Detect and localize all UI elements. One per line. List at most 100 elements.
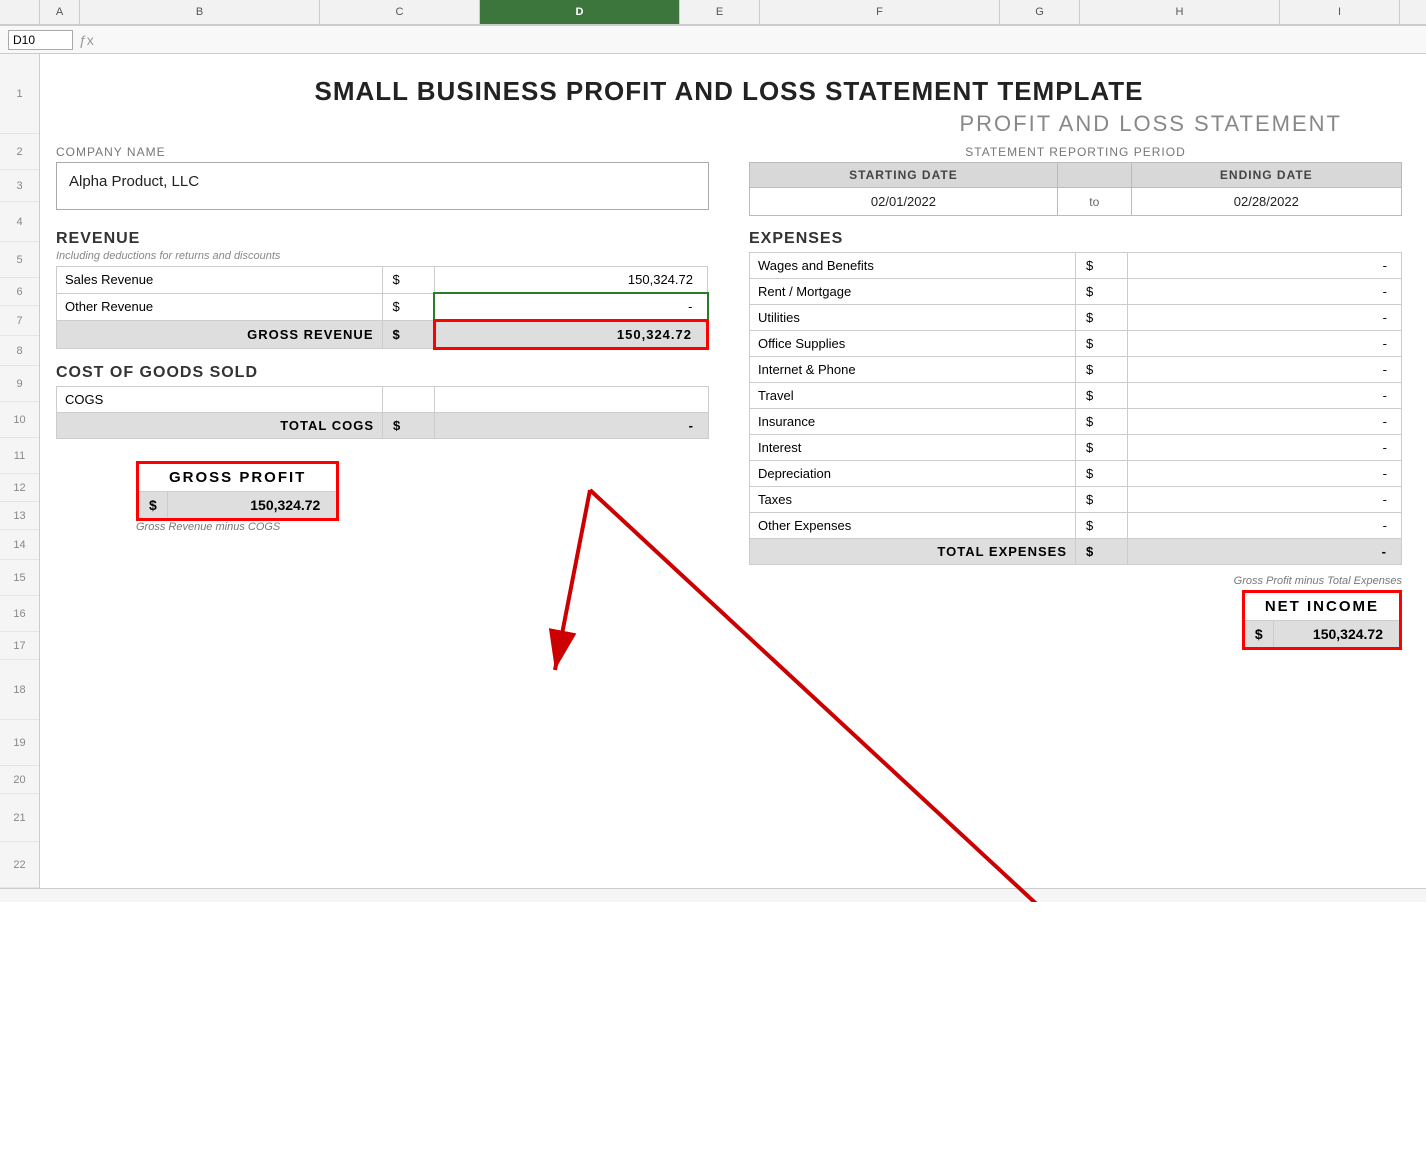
row-9: 9 xyxy=(0,366,39,402)
total-expenses-dollar: $ xyxy=(1076,539,1128,565)
depreciation-row: Depreciation $ - xyxy=(750,461,1402,487)
cell-reference[interactable] xyxy=(8,30,73,50)
insurance-dollar: $ xyxy=(1076,409,1128,435)
row-16: 16 xyxy=(0,596,39,632)
col-header-b: B xyxy=(80,0,320,24)
row-10: 10 xyxy=(0,402,39,438)
col-header-f: F xyxy=(760,0,1000,24)
travel-row: Travel $ - xyxy=(750,383,1402,409)
period-table: STARTING DATE ENDING DATE 02/01/2022 to … xyxy=(749,162,1402,216)
other-expenses-value[interactable]: - xyxy=(1128,513,1402,539)
date-separator: to xyxy=(1057,188,1131,216)
interest-row: Interest $ - xyxy=(750,435,1402,461)
revenue-section: REVENUE Including deductions for returns… xyxy=(56,230,709,350)
wages-value[interactable]: - xyxy=(1128,253,1402,279)
total-expenses-row: TOTAL EXPENSES $ - xyxy=(750,539,1402,565)
internet-row: Internet & Phone $ - xyxy=(750,357,1402,383)
taxes-value[interactable]: - xyxy=(1128,487,1402,513)
row-20: 20 xyxy=(0,766,39,794)
other-expenses-dollar: $ xyxy=(1076,513,1128,539)
depreciation-dollar: $ xyxy=(1076,461,1128,487)
company-name[interactable]: Alpha Product, LLC xyxy=(56,162,709,210)
subtitle: PROFIT AND LOSS STATEMENT xyxy=(56,111,1402,145)
col-header-d[interactable]: D xyxy=(480,0,680,24)
office-supplies-row: Office Supplies $ - xyxy=(750,331,1402,357)
gross-dollar: $ xyxy=(382,321,434,349)
utilities-label: Utilities xyxy=(750,305,1076,331)
gp-dollar: $ xyxy=(139,492,168,518)
wages-row: Wages and Benefits $ - xyxy=(750,253,1402,279)
col-header-e: E xyxy=(680,0,760,24)
sales-dollar: $ xyxy=(382,267,434,294)
content: SMALL BUSINESS PROFIT AND LOSS STATEMENT… xyxy=(40,54,1426,888)
row-15: 15 xyxy=(0,560,39,596)
other-expenses-row: Other Expenses $ - xyxy=(750,513,1402,539)
depreciation-value[interactable]: - xyxy=(1128,461,1402,487)
other-value[interactable]: - xyxy=(434,293,707,321)
main-sections: REVENUE Including deductions for returns… xyxy=(56,222,1402,650)
gp-value[interactable]: 150,324.72 xyxy=(168,492,337,518)
other-dollar: $ xyxy=(382,293,434,321)
gross-profit-note: Gross Revenue minus COGS xyxy=(136,521,339,533)
utilities-row: Utilities $ - xyxy=(750,305,1402,331)
total-cogs-row: TOTAL COGS $ - xyxy=(57,413,709,439)
rent-value[interactable]: - xyxy=(1128,279,1402,305)
scrollbar[interactable] xyxy=(0,888,1426,902)
row-14: 14 xyxy=(0,530,39,560)
gross-profit-area: GROSS PROFIT $ 150,324.72 Gross Revenue … xyxy=(56,455,709,533)
insurance-value[interactable]: - xyxy=(1128,409,1402,435)
net-income-title: NET INCOME xyxy=(1245,593,1399,621)
main-title: SMALL BUSINESS PROFIT AND LOSS STATEMENT… xyxy=(56,62,1402,111)
to-header xyxy=(1057,163,1131,188)
office-supplies-label: Office Supplies xyxy=(750,331,1076,357)
sales-revenue-label: Sales Revenue xyxy=(57,267,383,294)
header-section: COMPANY NAME Alpha Product, LLC STATEMEN… xyxy=(56,145,1402,216)
travel-dollar: $ xyxy=(1076,383,1128,409)
internet-value[interactable]: - xyxy=(1128,357,1402,383)
gross-revenue-row: GROSS REVENUE $ 150,324.72 xyxy=(57,321,708,349)
row-6: 6 xyxy=(0,278,39,306)
row-1: 1 xyxy=(0,54,39,134)
office-supplies-dollar: $ xyxy=(1076,331,1128,357)
utilities-value[interactable]: - xyxy=(1128,305,1402,331)
right-sections: EXPENSES Wages and Benefits $ - Rent / M… xyxy=(749,222,1402,650)
row-19: 19 xyxy=(0,720,39,766)
total-cogs-value[interactable]: - xyxy=(435,413,709,439)
start-date-value[interactable]: 02/01/2022 xyxy=(750,188,1058,216)
travel-label: Travel xyxy=(750,383,1076,409)
row-2: 2 xyxy=(0,134,39,170)
depreciation-label: Depreciation xyxy=(750,461,1076,487)
rent-label: Rent / Mortgage xyxy=(750,279,1076,305)
gross-revenue-label: GROSS REVENUE xyxy=(57,321,383,349)
cogs-row: COGS xyxy=(57,387,709,413)
start-date-header: STARTING DATE xyxy=(750,163,1058,188)
net-income-area: Gross Profit minus Total Expenses NET IN… xyxy=(749,575,1402,650)
gross-profit-title: GROSS PROFIT xyxy=(139,464,336,492)
taxes-row: Taxes $ - xyxy=(750,487,1402,513)
col-header-a: A xyxy=(40,0,80,24)
ni-value[interactable]: 150,324.72 xyxy=(1274,621,1399,647)
insurance-label: Insurance xyxy=(750,409,1076,435)
revenue-header: REVENUE xyxy=(56,230,709,248)
end-date-value[interactable]: 02/28/2022 xyxy=(1131,188,1401,216)
row-numbers: 1 2 3 4 5 6 7 8 9 10 11 12 13 14 15 16 1… xyxy=(0,54,40,888)
cogs-value[interactable] xyxy=(435,387,709,413)
office-supplies-value[interactable]: - xyxy=(1128,331,1402,357)
taxes-dollar: $ xyxy=(1076,487,1128,513)
other-expenses-label: Other Expenses xyxy=(750,513,1076,539)
total-expenses-value[interactable]: - xyxy=(1128,539,1402,565)
expenses-table: Wages and Benefits $ - Rent / Mortgage $… xyxy=(749,252,1402,565)
row-4: 4 xyxy=(0,202,39,242)
total-expenses-label: TOTAL EXPENSES xyxy=(750,539,1076,565)
sales-value[interactable]: 150,324.72 xyxy=(434,267,707,294)
left-sections: REVENUE Including deductions for returns… xyxy=(56,222,709,650)
row-3: 3 xyxy=(0,170,39,202)
gross-revenue-value[interactable]: 150,324.72 xyxy=(434,321,707,349)
other-revenue-label: Other Revenue xyxy=(57,293,383,321)
interest-value[interactable]: - xyxy=(1128,435,1402,461)
net-income-row: $ 150,324.72 xyxy=(1245,621,1399,647)
row-22: 22 xyxy=(0,842,39,888)
col-header-i: I xyxy=(1280,0,1400,24)
other-revenue-row: Other Revenue $ - xyxy=(57,293,708,321)
travel-value[interactable]: - xyxy=(1128,383,1402,409)
